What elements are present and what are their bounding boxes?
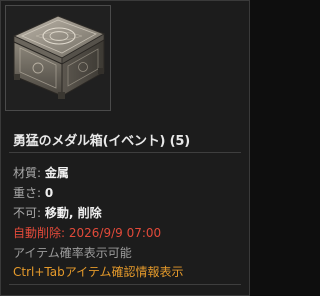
- material-row: 材質: 金属: [13, 164, 69, 181]
- separator-top: [9, 152, 241, 153]
- material-label: 材質:: [13, 166, 42, 180]
- weight-row: 重さ: 0: [13, 184, 53, 201]
- restrict-value: 移動, 削除: [44, 206, 102, 220]
- item-title: 勇猛のメダル箱(イベント) (5): [13, 134, 190, 149]
- separator-bottom: [9, 284, 241, 285]
- ctrl-tab-hint: Ctrl+Tabアイテム確認情報表示: [13, 265, 184, 279]
- weight-value: 0: [44, 186, 54, 200]
- item-tooltip: 勇猛のメダル箱(イベント) (5) 材質: 金属 重さ: 0 不可: 移動, 削…: [0, 0, 250, 296]
- material-value: 金属: [44, 166, 69, 180]
- item-icon-frame: [5, 5, 111, 111]
- restrict-label: 不可:: [13, 206, 42, 220]
- weight-label: 重さ:: [13, 186, 42, 200]
- ornate-chest-icon: [6, 6, 110, 110]
- probability-text: アイテム確率表示可能: [13, 246, 132, 260]
- auto-delete-text: 自動削除: 2026/9/9 07:00: [13, 226, 162, 240]
- restrict-row: 不可: 移動, 削除: [13, 204, 102, 221]
